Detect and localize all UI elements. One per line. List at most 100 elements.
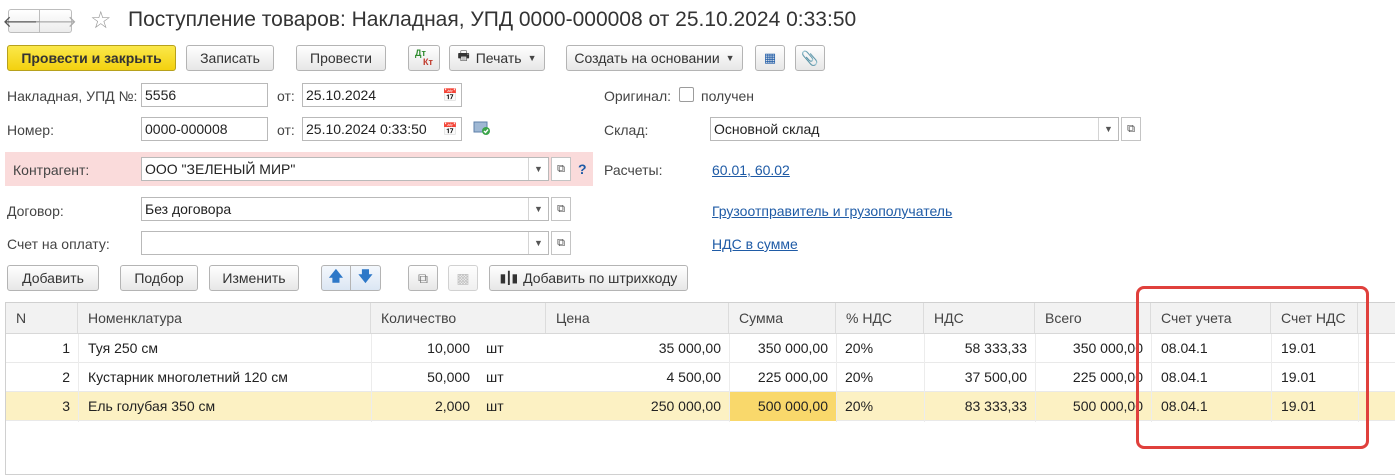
open-window-icon: ⧉ <box>557 236 565 249</box>
paperclip-icon: 📎 <box>801 49 819 66</box>
number-input[interactable]: 0000-000008 <box>141 117 268 141</box>
counterparty-value: ООО "ЗЕЛЕНЫЙ МИР" <box>145 161 296 177</box>
warehouse-value: Основной склад <box>714 121 820 137</box>
hierarchy-icon: ▦ <box>763 50 777 65</box>
original-label: Оригинал: <box>604 88 671 104</box>
paste-row-button[interactable]: ▩ <box>448 265 478 291</box>
dropdown-arrow-icon[interactable]: ▼ <box>528 232 548 254</box>
edit-button[interactable]: Изменить <box>209 265 299 291</box>
dt-kt-icon: Дт Кт <box>415 49 433 67</box>
dropdown-arrow-icon[interactable]: ▼ <box>528 198 548 220</box>
cell-sum-active[interactable]: 500 000,00 <box>729 392 836 421</box>
consignor-link[interactable]: Грузоотправитель и грузополучатель <box>712 203 952 219</box>
col-header-vat-rate[interactable]: % НДС <box>836 303 924 333</box>
warehouse-open-button[interactable]: ⧉ <box>1121 117 1141 141</box>
dropdown-arrow-icon: ▼ <box>527 53 537 63</box>
structure-button[interactable]: ▦ <box>755 45 785 71</box>
open-window-icon: ⧉ <box>557 202 565 215</box>
number-date-value: 25.10.2024 0:33:50 <box>306 121 427 137</box>
post-button[interactable]: Провести <box>296 45 386 71</box>
cell-qty: 2,000 <box>434 398 470 414</box>
cell-n: 1 <box>62 340 70 356</box>
dropdown-arrow-icon: ▼ <box>725 53 735 63</box>
cell-total: 225 000,00 <box>1072 369 1143 385</box>
contract-value: Без договора <box>145 201 232 217</box>
warehouse-input[interactable]: Основной склад ▼ <box>710 117 1119 141</box>
invoice-label: Накладная, УПД №: <box>7 88 138 104</box>
forward-button[interactable]: 🡒 <box>34 9 77 33</box>
attach-button[interactable]: 📎 <box>795 45 825 71</box>
cell-sum: 225 000,00 <box>757 369 828 385</box>
dropdown-arrow-icon[interactable]: ▼ <box>528 158 548 180</box>
number-date-input[interactable]: 25.10.2024 0:33:50 📅 <box>302 117 462 141</box>
cell-price: 250 000,00 <box>650 398 721 414</box>
dt-kt-button[interactable]: Дт Кт <box>408 45 440 71</box>
cell-vat: 58 333,33 <box>964 340 1027 356</box>
cell-vat: 37 500,00 <box>964 369 1027 385</box>
add-by-barcode-label: Добавить по штрихкоду <box>523 270 678 286</box>
payment-invoice-input[interactable]: ▼ <box>141 231 549 255</box>
col-header-price[interactable]: Цена <box>546 303 729 333</box>
column-divider <box>836 334 837 422</box>
column-divider <box>729 334 730 422</box>
cell-sum: 350 000,00 <box>757 340 828 356</box>
cell-n: 2 <box>62 369 70 385</box>
settlements-label: Расчеты: <box>604 162 663 178</box>
print-button[interactable]: 🖶 Печать ▼ <box>449 45 545 71</box>
open-window-icon: ⧉ <box>557 162 565 175</box>
contract-open-button[interactable]: ⧉ <box>551 197 571 221</box>
col-header-sum[interactable]: Сумма <box>729 303 836 333</box>
payment-invoice-open-button[interactable]: ⧉ <box>551 231 571 255</box>
warehouse-label: Склад: <box>604 122 649 138</box>
create-based-on-button[interactable]: Создать на основании ▼ <box>566 45 743 71</box>
copy-row-button[interactable]: ⧉ <box>408 265 438 291</box>
dropdown-arrow-icon[interactable]: ▼ <box>1098 118 1118 140</box>
help-icon[interactable]: ? <box>578 161 587 177</box>
contract-input[interactable]: Без договора ▼ <box>141 197 549 221</box>
counterparty-label: Контрагент: <box>13 162 90 178</box>
cell-n: 3 <box>62 398 70 414</box>
invoice-date-input[interactable]: 25.10.2024 📅 <box>302 83 462 107</box>
barcode-icon: ▮┃▮ <box>499 271 518 285</box>
original-received-label: получен <box>701 88 755 104</box>
paste-icon: ▩ <box>456 269 470 286</box>
original-received-checkbox[interactable] <box>679 87 694 102</box>
move-down-button[interactable]: 🡇 <box>351 265 381 291</box>
favorite-star-icon[interactable]: ☆ <box>90 6 112 35</box>
calendar-icon[interactable]: 📅 <box>439 84 461 106</box>
save-button[interactable]: Записать <box>186 45 274 71</box>
cell-total: 500 000,00 <box>1072 398 1143 414</box>
invoice-date-label: от: <box>277 88 295 104</box>
col-header-qty[interactable]: Количество <box>371 303 546 333</box>
arrow-down-icon: 🡇 <box>358 268 373 284</box>
move-up-button[interactable]: 🡅 <box>321 265 351 291</box>
contract-label: Договор: <box>7 203 64 219</box>
add-by-barcode-button[interactable]: ▮┃▮ Добавить по штрихкоду <box>489 265 688 291</box>
cell-vat-rate: 20% <box>845 340 874 356</box>
cell-item: Кустарник многолетний 120 см <box>88 369 288 385</box>
date-check-icon[interactable] <box>473 120 491 136</box>
col-header-n[interactable]: N <box>6 303 78 333</box>
col-header-item[interactable]: Номенклатура <box>78 303 371 333</box>
vat-link[interactable]: НДС в сумме <box>712 236 798 252</box>
payment-invoice-label: Счет на оплату: <box>7 236 110 252</box>
cell-unit: шт <box>486 340 504 356</box>
invoice-number-input[interactable]: 5556 <box>141 83 268 107</box>
col-header-vat[interactable]: НДС <box>924 303 1035 333</box>
settlements-link[interactable]: 60.01, 60.02 <box>712 162 790 178</box>
counterparty-input[interactable]: ООО "ЗЕЛЕНЫЙ МИР" ▼ <box>141 157 549 181</box>
post-and-close-button[interactable]: Провести и закрыть <box>7 45 176 71</box>
calendar-icon[interactable]: 📅 <box>439 118 461 140</box>
cell-item: Туя 250 см <box>88 340 158 356</box>
cell-unit: шт <box>486 398 504 414</box>
cell-total: 350 000,00 <box>1072 340 1143 356</box>
printer-icon: 🖶 <box>457 48 470 63</box>
copy-icon: ⧉ <box>418 269 428 286</box>
add-row-button[interactable]: Добавить <box>7 265 99 291</box>
cell-price: 4 500,00 <box>666 369 722 385</box>
col-header-total[interactable]: Всего <box>1035 303 1151 333</box>
pick-button[interactable]: Подбор <box>120 265 198 291</box>
column-divider <box>1035 334 1036 422</box>
counterparty-open-button[interactable]: ⧉ <box>551 157 571 181</box>
arrow-right-icon: 🡒 <box>34 13 77 31</box>
